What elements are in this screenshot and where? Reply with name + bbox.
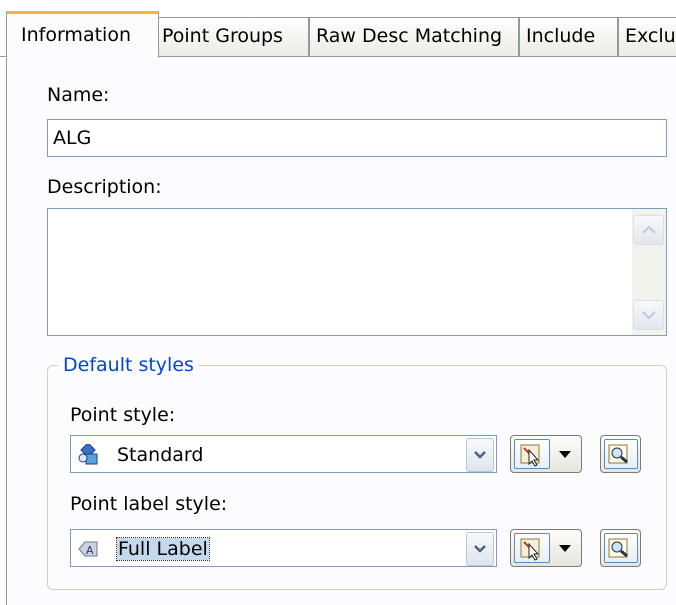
chevron-down-icon [474, 545, 486, 553]
edit-style-icon [520, 538, 540, 561]
point-style-select[interactable]: Standard [70, 435, 497, 473]
name-field-value: ALG [53, 127, 92, 149]
caret-down-icon [559, 451, 571, 458]
description-field[interactable] [47, 208, 667, 336]
point-style-value: Standard [117, 444, 204, 466]
point-style-icon [78, 444, 98, 465]
point-style-preview-button[interactable] [600, 435, 641, 473]
scroll-down-button[interactable] [633, 300, 664, 330]
point-label-style-edit-button[interactable] [510, 529, 582, 567]
chevron-down-icon [641, 311, 656, 320]
point-label-style-label: Point label style: [70, 493, 228, 515]
tab-point-groups[interactable]: Point Groups [155, 17, 309, 56]
point-label-style-select[interactable]: A Full Label [70, 529, 497, 567]
point-label-style-dropdown-button[interactable] [466, 532, 494, 566]
point-label-style-preview-button[interactable] [600, 529, 641, 567]
caret-down-icon [559, 545, 571, 552]
preview-magnifier-icon [608, 444, 628, 464]
point-label-style-value: Full Label [116, 537, 210, 561]
svg-text:A: A [86, 544, 94, 557]
tab-label: Raw Desc Matching [316, 25, 503, 47]
point-style-label: Point style: [70, 404, 176, 426]
tab-bar: Point Groups Raw Desc Matching Include E… [0, 0, 676, 58]
tab-label: Include [526, 25, 596, 47]
label-style-icon: A [78, 541, 98, 557]
tab-include[interactable]: Include [519, 17, 618, 56]
tab-label: Information [21, 24, 131, 46]
description-label: Description: [47, 176, 162, 198]
point-style-dropdown-button[interactable] [466, 438, 494, 472]
tab-information[interactable]: Information [6, 11, 159, 58]
tab-label: Exclu [625, 25, 676, 47]
name-label: Name: [47, 84, 110, 106]
preview-magnifier-icon [608, 538, 628, 558]
name-field[interactable]: ALG [47, 119, 667, 157]
default-styles-legend: Default styles [58, 354, 199, 376]
edit-style-icon [520, 444, 540, 467]
description-scrollbar[interactable] [632, 209, 666, 335]
tab-label: Point Groups [162, 25, 283, 47]
tab-raw-desc-matching[interactable]: Raw Desc Matching [309, 17, 519, 56]
scroll-up-button[interactable] [633, 215, 664, 245]
tab-exclude[interactable]: Exclu [618, 17, 676, 56]
point-style-edit-button[interactable] [510, 435, 582, 473]
chevron-up-icon [641, 225, 656, 234]
chevron-down-icon [474, 451, 486, 459]
